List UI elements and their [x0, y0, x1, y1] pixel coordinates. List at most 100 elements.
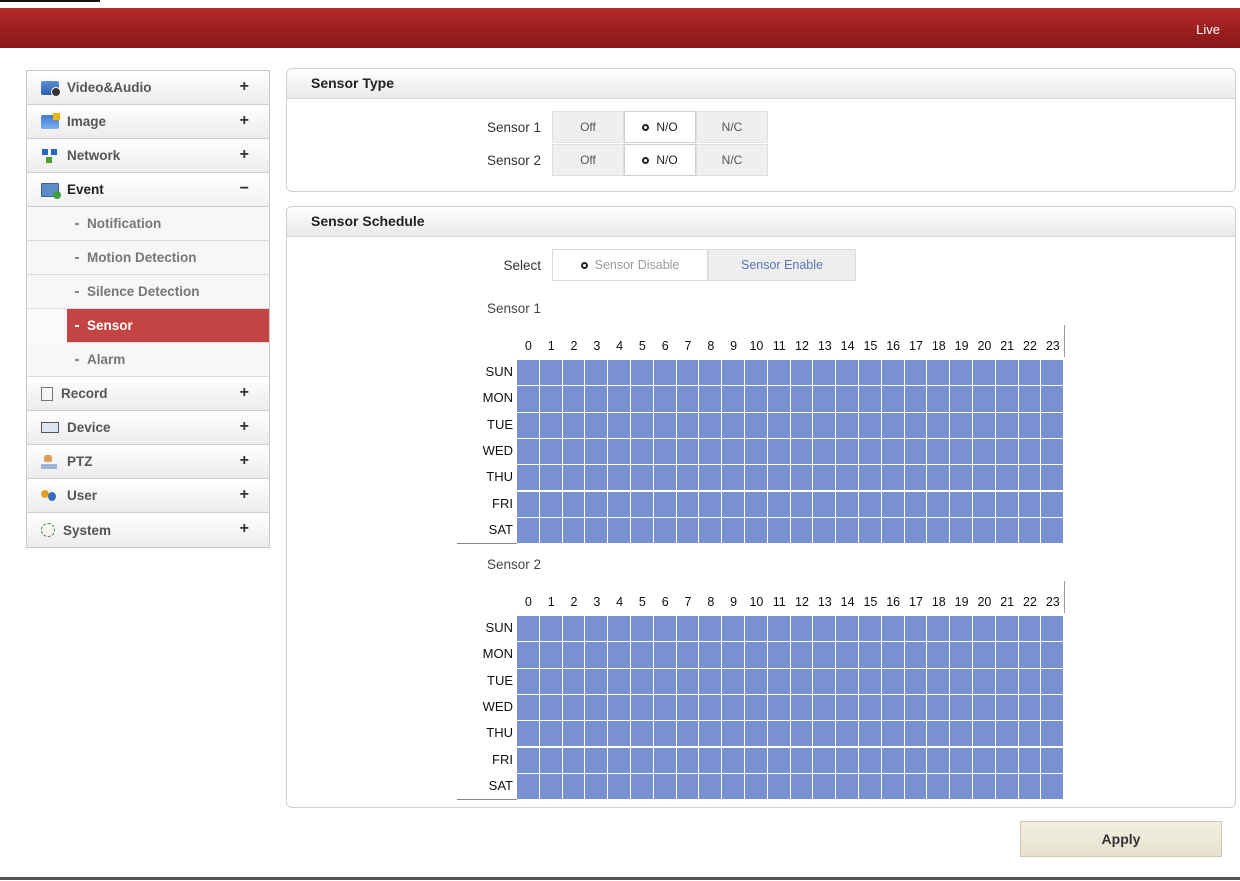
schedule-cell[interactable]	[585, 747, 608, 773]
schedule-cell[interactable]	[699, 747, 722, 773]
schedule-cell[interactable]	[767, 517, 790, 544]
expand-plus-icon[interactable]: +	[240, 452, 249, 470]
schedule-cell[interactable]	[881, 465, 904, 491]
schedule-cell[interactable]	[631, 694, 653, 721]
schedule-cell[interactable]	[950, 491, 972, 517]
schedule-cell[interactable]	[995, 694, 1018, 721]
hour-label[interactable]: 1	[540, 595, 563, 609]
schedule-cell[interactable]	[904, 773, 927, 800]
schedule-cell[interactable]	[676, 721, 699, 747]
hour-label[interactable]: 11	[768, 595, 791, 609]
schedule-cell[interactable]	[836, 721, 858, 747]
hour-label[interactable]: 20	[973, 595, 996, 609]
schedule-cell[interactable]	[631, 747, 653, 773]
schedule-cell[interactable]	[517, 360, 539, 386]
schedule-cell[interactable]	[562, 491, 585, 517]
schedule-cell[interactable]	[836, 360, 858, 386]
schedule-cell[interactable]	[950, 465, 972, 491]
schedule-cell[interactable]	[973, 773, 995, 800]
schedule-cell[interactable]	[881, 412, 904, 438]
schedule-cell[interactable]	[722, 668, 744, 694]
schedule-cell[interactable]	[722, 465, 744, 491]
hour-label[interactable]: 6	[654, 595, 677, 609]
schedule-cell[interactable]	[767, 386, 790, 412]
schedule-cell[interactable]	[1018, 616, 1041, 642]
day-label[interactable]: THU	[457, 725, 513, 740]
menu-device[interactable]: Device +	[27, 411, 269, 445]
schedule-cell[interactable]	[722, 747, 744, 773]
schedule-cell[interactable]	[836, 438, 858, 465]
expand-plus-icon[interactable]: +	[240, 384, 249, 402]
schedule-cell[interactable]	[813, 438, 836, 465]
schedule-cell[interactable]	[745, 694, 767, 721]
schedule-cell[interactable]	[1041, 517, 1064, 544]
schedule-cell[interactable]	[699, 694, 722, 721]
schedule-cell[interactable]	[517, 616, 539, 642]
schedule-cell[interactable]	[973, 517, 995, 544]
hour-label[interactable]: 2	[563, 339, 586, 353]
schedule-cell[interactable]	[904, 386, 927, 412]
schedule-cell[interactable]	[973, 360, 995, 386]
expand-plus-icon[interactable]: +	[240, 418, 249, 436]
schedule-cell[interactable]	[859, 773, 881, 800]
menu-user[interactable]: User +	[27, 479, 269, 513]
schedule-cell[interactable]	[631, 773, 653, 800]
schedule-cell[interactable]	[585, 721, 608, 747]
schedule-cell[interactable]	[1018, 668, 1041, 694]
schedule-cell[interactable]	[517, 438, 539, 465]
schedule-cell[interactable]	[699, 517, 722, 544]
schedule-cell[interactable]	[653, 747, 676, 773]
schedule-cell[interactable]	[995, 721, 1018, 747]
submenu-sensor[interactable]: Sensor	[67, 309, 269, 343]
day-label[interactable]: MON	[457, 390, 513, 405]
schedule-cell[interactable]	[881, 747, 904, 773]
schedule-cell[interactable]	[699, 721, 722, 747]
schedule-cell[interactable]	[995, 386, 1018, 412]
schedule-cell[interactable]	[1041, 747, 1064, 773]
schedule-cell[interactable]	[653, 668, 676, 694]
schedule-cell[interactable]	[927, 616, 950, 642]
schedule-cell[interactable]	[562, 668, 585, 694]
schedule-cell[interactable]	[585, 517, 608, 544]
hour-label[interactable]: 9	[722, 339, 745, 353]
schedule-cell[interactable]	[1041, 668, 1064, 694]
schedule-cell[interactable]	[881, 694, 904, 721]
schedule-cell[interactable]	[608, 438, 630, 465]
schedule-cell[interactable]	[790, 438, 813, 465]
schedule-cell[interactable]	[927, 438, 950, 465]
schedule-cell[interactable]	[973, 412, 995, 438]
schedule-cell[interactable]	[722, 412, 744, 438]
schedule-cell[interactable]	[653, 412, 676, 438]
schedule-cell[interactable]	[813, 773, 836, 800]
schedule-cell[interactable]	[859, 747, 881, 773]
schedule-cell[interactable]	[904, 517, 927, 544]
schedule-cell[interactable]	[881, 491, 904, 517]
day-label[interactable]: SAT	[457, 522, 513, 537]
schedule-cell[interactable]	[950, 386, 972, 412]
schedule-cell[interactable]	[995, 616, 1018, 642]
schedule-cell[interactable]	[790, 360, 813, 386]
schedule-cell[interactable]	[653, 465, 676, 491]
schedule-cell[interactable]	[790, 465, 813, 491]
schedule-cell[interactable]	[927, 517, 950, 544]
schedule-cell[interactable]	[767, 491, 790, 517]
hour-label[interactable]: 3	[585, 595, 608, 609]
schedule-cell[interactable]	[859, 721, 881, 747]
schedule-cell[interactable]	[790, 491, 813, 517]
schedule-cell[interactable]	[676, 412, 699, 438]
schedule-cell[interactable]	[1018, 465, 1041, 491]
hour-label[interactable]: 12	[791, 595, 814, 609]
hour-label[interactable]: 21	[996, 595, 1019, 609]
schedule-cell[interactable]	[562, 465, 585, 491]
hour-label[interactable]: 17	[905, 595, 928, 609]
schedule-cell[interactable]	[745, 721, 767, 747]
schedule-cell[interactable]	[881, 360, 904, 386]
schedule-cell[interactable]	[767, 721, 790, 747]
schedule-cell[interactable]	[950, 721, 972, 747]
schedule-cell[interactable]	[562, 360, 585, 386]
schedule-cell[interactable]	[585, 386, 608, 412]
hour-label[interactable]: 13	[813, 339, 836, 353]
hour-label[interactable]: 8	[699, 595, 722, 609]
schedule-cell[interactable]	[676, 386, 699, 412]
hour-label[interactable]: 23	[1041, 339, 1064, 353]
